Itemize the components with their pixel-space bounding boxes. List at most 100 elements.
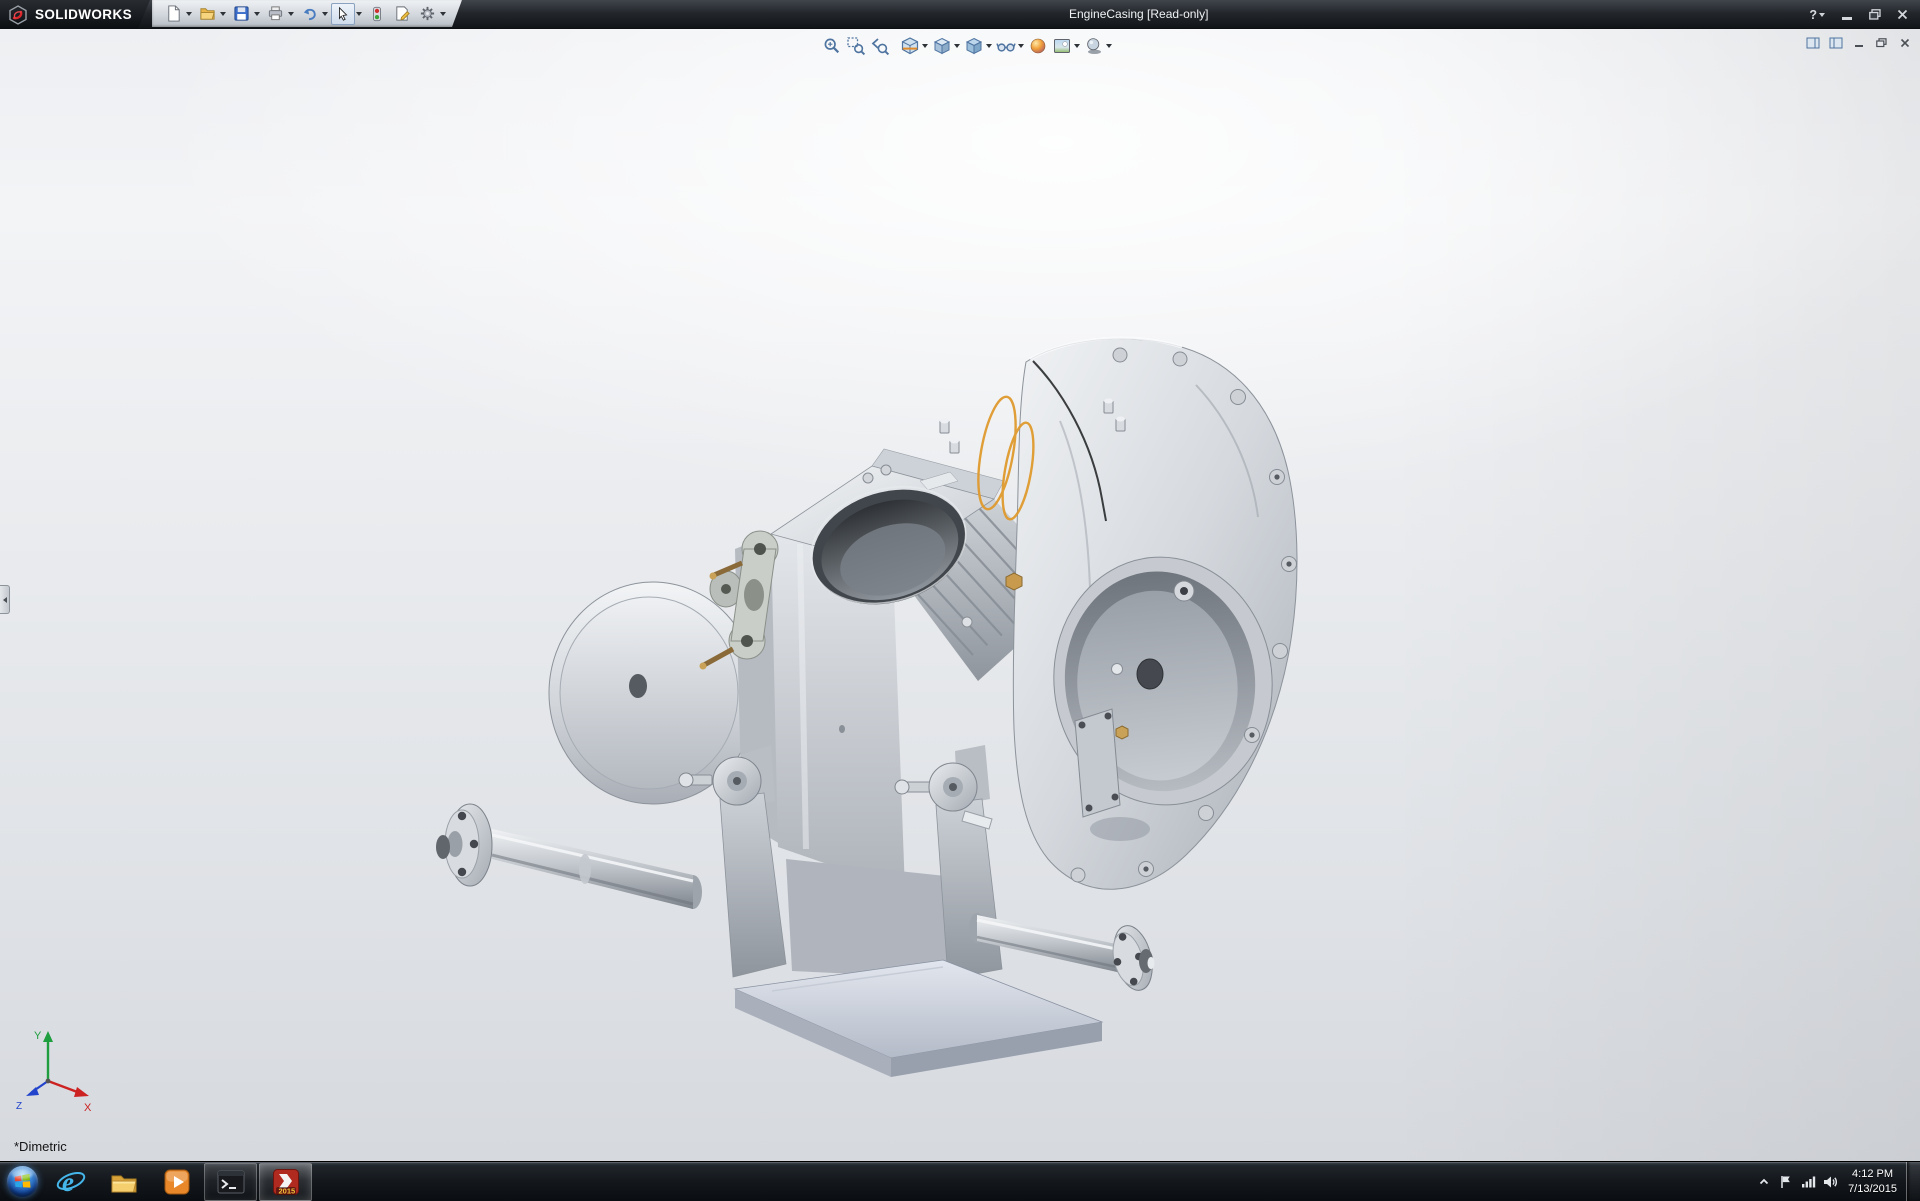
section-view-icon: [900, 36, 920, 56]
dropdown-caret[interactable]: [220, 12, 226, 16]
clock-time: 4:12 PM: [1848, 1167, 1897, 1181]
taskbar-clock[interactable]: 4:12 PM 7/13/2015: [1841, 1167, 1906, 1196]
undo-icon: [301, 5, 318, 22]
taskbar: e 2015: [0, 1161, 1920, 1201]
start-button[interactable]: [0, 1162, 44, 1201]
display-pane-right-button[interactable]: [1826, 35, 1845, 51]
edit-appearance-button[interactable]: [1026, 34, 1050, 58]
taskbar-item-internet-explorer[interactable]: e: [45, 1164, 96, 1200]
dropdown-caret[interactable]: [322, 12, 328, 16]
dropdown-caret[interactable]: [1819, 13, 1825, 17]
close-button[interactable]: [1890, 6, 1915, 24]
help-button[interactable]: ?: [1805, 8, 1831, 22]
dropdown-caret[interactable]: [254, 12, 260, 16]
hidden-icons-button[interactable]: [1753, 1162, 1775, 1201]
titlebar-controls: ?: [1805, 0, 1915, 29]
command-prompt-icon: [217, 1170, 245, 1194]
display-style-button[interactable]: [962, 34, 986, 58]
graphics-area[interactable]: Y X Z *Dimetric: [0, 29, 1920, 1161]
select-button[interactable]: [331, 3, 355, 25]
dropdown-caret[interactable]: [288, 12, 294, 16]
featuremanager-flyout-tab[interactable]: [0, 585, 10, 614]
taskbar-item-windows-explorer[interactable]: [98, 1164, 149, 1200]
dropdown-caret[interactable]: [1018, 44, 1024, 48]
hide-show-glasses-icon: [996, 36, 1016, 56]
dropdown-caret[interactable]: [922, 44, 928, 48]
file-properties-button[interactable]: [390, 3, 414, 25]
minimize-icon: [1842, 17, 1852, 20]
dropdown-caret[interactable]: [986, 44, 992, 48]
display-style-icon: [964, 36, 984, 56]
zoom-to-area-button[interactable]: [844, 34, 868, 58]
open-icon: [199, 5, 216, 22]
doc-restore-button[interactable]: [1872, 35, 1891, 51]
axle-shaft-left[interactable]: [436, 804, 702, 909]
solidworks-app-icon: 2015: [272, 1168, 300, 1196]
headsup-view-toolbar: [820, 34, 1114, 58]
doc-close-button[interactable]: [1895, 35, 1914, 51]
rebuild-icon: [369, 6, 385, 22]
taskbar-item-media-player[interactable]: [151, 1164, 202, 1200]
section-view-button[interactable]: [898, 34, 922, 58]
apply-scene-button[interactable]: [1050, 34, 1074, 58]
undo-button[interactable]: [297, 3, 321, 25]
triad-x-label: X: [84, 1102, 92, 1114]
new-document-button[interactable]: [161, 3, 185, 25]
clock-date: 7/13/2015: [1848, 1182, 1897, 1196]
zoom-to-fit-button[interactable]: [820, 34, 844, 58]
rebuild-button[interactable]: [365, 3, 389, 25]
close-icon: [1897, 9, 1908, 20]
window-title: EngineCasing [Read-only]: [1069, 0, 1208, 29]
view-settings-button[interactable]: [1082, 34, 1106, 58]
dropdown-caret[interactable]: [440, 12, 446, 16]
chevron-up-icon: [1758, 1176, 1770, 1188]
pane-icon: [1829, 37, 1843, 49]
speaker-icon: [1823, 1175, 1838, 1189]
options-button[interactable]: [415, 3, 439, 25]
taskbar-item-command-prompt[interactable]: [204, 1163, 257, 1201]
volume-button[interactable]: [1819, 1162, 1841, 1201]
windows-start-orb-icon: [7, 1166, 38, 1197]
save-button[interactable]: [229, 3, 253, 25]
dropdown-caret[interactable]: [1106, 44, 1112, 48]
options-gear-icon: [419, 5, 436, 22]
view-settings-icon: [1084, 36, 1104, 56]
new-document-icon: [165, 5, 182, 22]
dropdown-caret[interactable]: [1074, 44, 1080, 48]
action-center-button[interactable]: [1775, 1162, 1797, 1201]
display-pane-left-button[interactable]: [1803, 35, 1822, 51]
ie-glyph: e: [62, 1167, 74, 1197]
internet-explorer-icon: e: [56, 1167, 86, 1197]
dropdown-caret[interactable]: [356, 12, 362, 16]
orientation-triad[interactable]: Y X Z: [14, 1023, 109, 1123]
system-tray: 4:12 PM 7/13/2015: [1753, 1162, 1920, 1201]
print-button[interactable]: [263, 3, 287, 25]
minimize-icon: [1855, 45, 1863, 48]
view-orientation-cube-icon: [932, 36, 952, 56]
dropdown-caret[interactable]: [954, 44, 960, 48]
folder-icon: [109, 1168, 139, 1196]
print-icon: [267, 5, 284, 22]
minimize-button[interactable]: [1834, 6, 1859, 24]
restore-icon: [1869, 9, 1881, 20]
engine-casing-model[interactable]: [0, 29, 1920, 1161]
open-button[interactable]: [195, 3, 219, 25]
hide-show-items-button[interactable]: [994, 34, 1018, 58]
flag-icon: [1779, 1175, 1793, 1189]
maximize-button[interactable]: [1862, 6, 1887, 24]
edit-appearance-ball-icon: [1028, 36, 1048, 56]
show-desktop-button[interactable]: [1906, 1162, 1920, 1201]
document-window-controls: [1803, 35, 1914, 51]
brand-name: SOLIDWORKS: [35, 7, 132, 22]
brass-bolt: [1006, 573, 1022, 590]
dropdown-caret[interactable]: [186, 12, 192, 16]
media-player-icon: [163, 1168, 191, 1196]
view-orientation-button[interactable]: [930, 34, 954, 58]
previous-view-button[interactable]: [868, 34, 892, 58]
restore-icon: [1876, 38, 1887, 48]
close-icon: [1900, 38, 1910, 48]
taskbar-item-solidworks-2015[interactable]: 2015: [259, 1163, 312, 1201]
doc-minimize-button[interactable]: [1849, 35, 1868, 51]
network-status-button[interactable]: [1797, 1162, 1819, 1201]
apply-scene-icon: [1052, 36, 1072, 56]
